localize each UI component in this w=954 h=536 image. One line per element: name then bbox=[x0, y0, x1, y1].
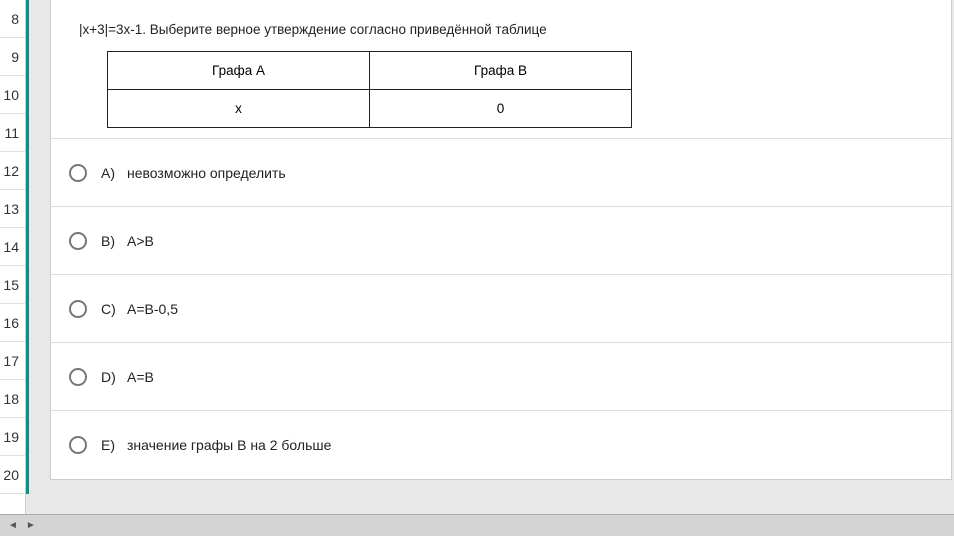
sidebar-item-14[interactable]: 14 bbox=[0, 228, 25, 266]
question-section: |x+3|=3x-1. Выберите верное утверждение … bbox=[51, 0, 951, 138]
table-cell-b: 0 bbox=[370, 90, 632, 128]
option-letter: A) bbox=[101, 165, 127, 181]
sidebar-item-10[interactable]: 10 bbox=[0, 76, 25, 114]
radio-icon bbox=[69, 300, 87, 318]
option-letter: C) bbox=[101, 301, 127, 317]
sidebar-item-17[interactable]: 17 bbox=[0, 342, 25, 380]
sidebar-item-11[interactable]: 11 bbox=[0, 114, 25, 152]
option-d[interactable]: D) A=B bbox=[51, 343, 951, 411]
nav-prev-icon[interactable]: ◄ bbox=[8, 520, 18, 531]
main-content: |x+3|=3x-1. Выберите верное утверждение … bbox=[50, 0, 952, 480]
question-table: Графа A Графа B x 0 bbox=[107, 51, 632, 128]
question-text: |x+3|=3x-1. Выберите верное утверждение … bbox=[79, 22, 923, 37]
sidebar-item-13[interactable]: 13 bbox=[0, 190, 25, 228]
option-c[interactable]: C) A=B-0,5 bbox=[51, 275, 951, 343]
question-nav-sidebar: 8 9 10 11 12 13 14 15 16 17 18 19 20 bbox=[0, 0, 26, 536]
radio-icon bbox=[69, 436, 87, 454]
table-cell-a: x bbox=[108, 90, 370, 128]
table-header-a: Графа A bbox=[108, 52, 370, 90]
option-text: A=B bbox=[127, 369, 154, 385]
option-text: невозможно определить bbox=[127, 165, 286, 181]
sidebar-item-15[interactable]: 15 bbox=[0, 266, 25, 304]
option-letter: B) bbox=[101, 233, 127, 249]
sidebar-item-9[interactable]: 9 bbox=[0, 38, 25, 76]
option-text: A>B bbox=[127, 233, 154, 249]
option-letter: D) bbox=[101, 369, 127, 385]
option-letter: E) bbox=[101, 437, 127, 453]
option-a[interactable]: A) невозможно определить bbox=[51, 139, 951, 207]
radio-icon bbox=[69, 232, 87, 250]
table-header-b: Графа B bbox=[370, 52, 632, 90]
sidebar-item-18[interactable]: 18 bbox=[0, 380, 25, 418]
accent-line bbox=[26, 0, 29, 494]
bottom-bar: ◄ ► bbox=[0, 514, 954, 536]
sidebar-item-16[interactable]: 16 bbox=[0, 304, 25, 342]
radio-icon bbox=[69, 164, 87, 182]
option-text: значение графы B на 2 больше bbox=[127, 437, 331, 453]
radio-icon bbox=[69, 368, 87, 386]
sidebar-item-19[interactable]: 19 bbox=[0, 418, 25, 456]
sidebar-item-20[interactable]: 20 bbox=[0, 456, 25, 494]
sidebar-item-8[interactable]: 8 bbox=[0, 0, 25, 38]
nav-next-icon[interactable]: ► bbox=[26, 520, 36, 531]
option-e[interactable]: E) значение графы B на 2 больше bbox=[51, 411, 951, 479]
option-b[interactable]: B) A>B bbox=[51, 207, 951, 275]
option-text: A=B-0,5 bbox=[127, 301, 178, 317]
sidebar-item-12[interactable]: 12 bbox=[0, 152, 25, 190]
answer-options: A) невозможно определить B) A>B C) A=B-0… bbox=[51, 138, 951, 479]
